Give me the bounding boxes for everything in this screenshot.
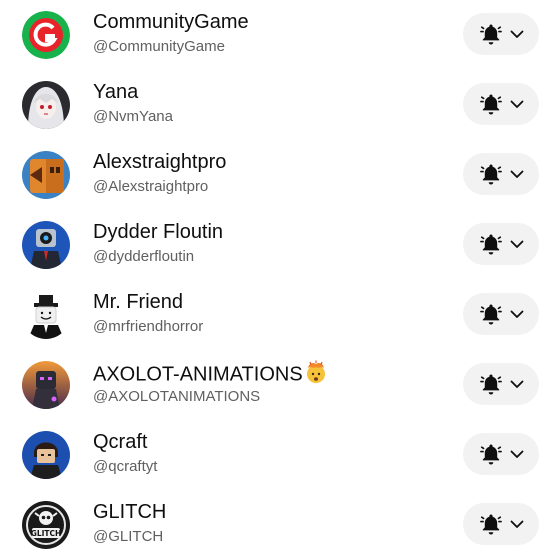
bell-icon — [480, 444, 502, 465]
bell-icon — [480, 164, 502, 185]
exploding-head-emoji — [304, 360, 328, 390]
bell-icon — [480, 514, 502, 535]
channel-name[interactable]: AXOLOT-ANIMATIONS — [93, 360, 328, 390]
channel-row[interactable]: Mr. Friend @mrfriendhorror — [0, 280, 560, 350]
notification-settings-button[interactable] — [463, 83, 539, 125]
channel-handle: @CommunityGame — [93, 38, 225, 55]
channel-row[interactable]: Alexstraightpro @Alexstraightpro — [0, 140, 560, 210]
channel-avatar[interactable] — [22, 221, 70, 269]
channel-row[interactable]: Yana @NvmYana — [0, 70, 560, 140]
channel-name[interactable]: Dydder Floutin — [93, 220, 223, 244]
channel-avatar[interactable] — [22, 291, 70, 339]
notification-settings-button[interactable] — [463, 433, 539, 475]
notification-settings-button[interactable] — [463, 13, 539, 55]
bell-icon — [480, 374, 502, 395]
channel-avatar[interactable] — [22, 11, 70, 59]
channel-avatar[interactable] — [22, 361, 70, 409]
channel-row[interactable]: CommunityGame @CommunityGame — [0, 0, 560, 70]
channel-name[interactable]: Mr. Friend — [93, 290, 183, 314]
channel-avatar[interactable] — [22, 431, 70, 479]
chevron-down-icon — [510, 100, 524, 108]
chevron-down-icon — [510, 30, 524, 38]
chevron-down-icon — [510, 240, 524, 248]
channel-handle: @GLITCH — [93, 528, 164, 545]
chevron-down-icon — [510, 170, 524, 178]
chevron-down-icon — [510, 380, 524, 388]
bell-icon — [480, 24, 502, 45]
notification-settings-button[interactable] — [463, 153, 539, 195]
glitch-logo-text: GLITCH — [31, 529, 62, 538]
channel-name[interactable]: Qcraft — [93, 430, 147, 454]
bell-icon — [480, 304, 502, 325]
notification-settings-button[interactable] — [463, 363, 539, 405]
subscription-list: CommunityGame @CommunityGame Yana @NvmYa… — [0, 0, 560, 560]
channel-handle: @dydderfloutin — [93, 248, 195, 265]
channel-handle: @NvmYana — [93, 108, 173, 125]
chevron-down-icon — [510, 310, 524, 318]
channel-row[interactable]: GLITCH GLITCH @GLITCH — [0, 490, 560, 560]
channel-name-text: AXOLOT-ANIMATIONS — [93, 363, 303, 386]
channel-name[interactable]: GLITCH — [93, 500, 166, 524]
channel-avatar[interactable] — [22, 81, 70, 129]
notification-settings-button[interactable] — [463, 223, 539, 265]
channel-row[interactable]: Dydder Floutin @dydderfloutin — [0, 210, 560, 280]
bell-icon — [480, 234, 502, 255]
channel-handle: @qcraftyt — [93, 458, 158, 475]
channel-handle: @mrfriendhorror — [93, 318, 204, 335]
chevron-down-icon — [510, 520, 524, 528]
channel-name[interactable]: CommunityGame — [93, 10, 249, 34]
channel-handle: @AXOLOTANIMATIONS — [93, 388, 261, 405]
channel-name[interactable]: Yana — [93, 80, 138, 104]
channel-avatar[interactable]: GLITCH — [22, 501, 70, 549]
channel-handle: @Alexstraightpro — [93, 178, 209, 195]
chevron-down-icon — [510, 450, 524, 458]
channel-row[interactable]: Qcraft @qcraftyt — [0, 420, 560, 490]
channel-row[interactable]: AXOLOT-ANIMATIONS @AXOLOTANIMATIONS — [0, 350, 560, 420]
bell-icon — [480, 94, 502, 115]
notification-settings-button[interactable] — [463, 293, 539, 335]
channel-avatar[interactable] — [22, 151, 70, 199]
channel-name[interactable]: Alexstraightpro — [93, 150, 226, 174]
notification-settings-button[interactable] — [463, 503, 539, 545]
